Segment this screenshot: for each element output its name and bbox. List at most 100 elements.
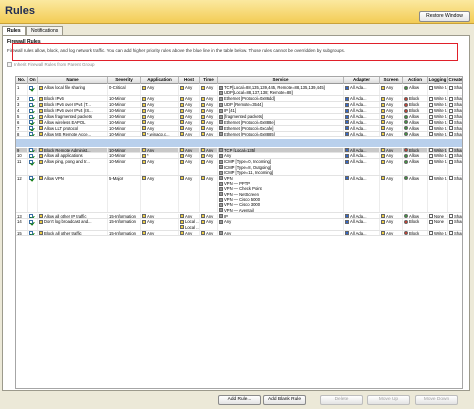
column-header-no[interactable]: No. bbox=[16, 77, 28, 84]
cell-service: TCP [Local=135] bbox=[218, 147, 344, 153]
table-row[interactable]: 8 Allow MS Remote Acce... 10-Minor *.winacp… bbox=[16, 131, 463, 138]
column-header-severity[interactable]: Severity bbox=[108, 77, 141, 84]
cell-no: 2 bbox=[16, 96, 28, 102]
cell-text: Allow bbox=[409, 153, 420, 159]
column-header-host[interactable]: Host bbox=[179, 77, 200, 84]
enable-checkbox[interactable] bbox=[29, 159, 33, 164]
table-row[interactable]: 14 Don't log broadcast and... 15-Informati… bbox=[16, 219, 462, 231]
cell-on[interactable] bbox=[28, 147, 38, 153]
column-header-name[interactable]: Name bbox=[38, 77, 108, 84]
cell-screen: Any bbox=[380, 213, 403, 219]
cell-on[interactable] bbox=[28, 213, 38, 219]
enable-checkbox[interactable] bbox=[29, 231, 33, 236]
cell-text: Block IPv6 bbox=[44, 96, 64, 102]
rule-item-icon bbox=[39, 176, 43, 181]
table-row[interactable]: 15 Block all other traffic 15-Information A… bbox=[16, 230, 462, 237]
cell-time: Any bbox=[200, 230, 218, 236]
column-header-service[interactable]: Service bbox=[218, 77, 344, 84]
enable-checkbox[interactable] bbox=[29, 214, 33, 219]
cell-on[interactable] bbox=[28, 230, 38, 236]
column-header-time[interactable]: Time bbox=[200, 77, 218, 84]
cell-severity: 10-Minor bbox=[108, 159, 141, 175]
cell-on[interactable] bbox=[28, 85, 38, 96]
document-icon bbox=[449, 85, 453, 90]
cell-screen: Any bbox=[380, 125, 403, 131]
cell-app: *.winacp.c... bbox=[141, 131, 179, 137]
cell-time: Any bbox=[200, 113, 218, 119]
cell-text: Shar bbox=[454, 85, 463, 90]
cell-text: Any bbox=[224, 230, 232, 236]
enable-checkbox[interactable] bbox=[29, 114, 33, 119]
allow-icon bbox=[404, 114, 408, 119]
cell-text: 14 bbox=[17, 219, 22, 225]
document-icon bbox=[429, 120, 433, 125]
cell-on[interactable] bbox=[28, 102, 38, 107]
cell-on[interactable] bbox=[28, 113, 38, 119]
cell-on[interactable] bbox=[28, 131, 38, 137]
column-header-on[interactable]: On bbox=[28, 77, 38, 84]
service-icon bbox=[219, 187, 223, 192]
cell-action: Block bbox=[403, 147, 428, 153]
rule-item-icon bbox=[39, 96, 43, 101]
cell-on[interactable] bbox=[28, 175, 38, 213]
enable-checkbox[interactable] bbox=[29, 120, 33, 125]
column-header-action[interactable]: Action bbox=[403, 77, 428, 84]
rule-item-icon bbox=[39, 102, 43, 107]
column-header-screen[interactable]: Screen bbox=[380, 77, 403, 84]
enable-checkbox[interactable] bbox=[29, 132, 33, 137]
rule-item-icon bbox=[180, 132, 184, 137]
table-row[interactable]: 12 Allow VPN 5-Major Any Any Any VPN VPN — PPTP… bbox=[16, 175, 462, 214]
column-header-app[interactable]: Application bbox=[141, 77, 179, 84]
enable-checkbox[interactable] bbox=[29, 126, 33, 131]
enable-checkbox[interactable] bbox=[29, 96, 33, 101]
restore-window-button[interactable]: Restore Window bbox=[419, 11, 470, 22]
enable-checkbox[interactable] bbox=[29, 154, 33, 159]
cell-screen: Any bbox=[380, 159, 403, 175]
column-header-adapter[interactable]: Adapter bbox=[344, 77, 380, 84]
enable-checkbox[interactable] bbox=[29, 148, 33, 153]
add-rule-button[interactable]: Add Rule... bbox=[218, 395, 261, 405]
block-icon bbox=[404, 220, 408, 225]
document-icon bbox=[429, 176, 433, 181]
cell-text: 7 bbox=[17, 125, 20, 131]
cell-create: Shar bbox=[448, 214, 462, 218]
cell-on[interactable] bbox=[28, 159, 38, 175]
cell-text: Shar bbox=[454, 131, 463, 137]
add-blank-rule-button[interactable]: Add Blank Rule bbox=[263, 395, 306, 405]
column-header-logging[interactable]: Logging bbox=[428, 77, 448, 84]
move-down-button[interactable]: Move Down bbox=[415, 395, 458, 405]
tab-notifications[interactable]: Notifications bbox=[26, 26, 64, 35]
inherit-rules-checkbox[interactable] bbox=[7, 62, 12, 67]
table-row[interactable]: 1 Allow local file sharing 0-Critical Any An… bbox=[16, 85, 463, 97]
rule-item-icon bbox=[201, 132, 205, 137]
tab-rules[interactable]: Rules bbox=[2, 26, 26, 35]
cell-name: Allow wireless EAPOL bbox=[38, 119, 108, 125]
cell-app: Any bbox=[141, 213, 179, 219]
enable-checkbox[interactable] bbox=[29, 220, 33, 225]
network-adapter-icon bbox=[345, 96, 349, 101]
delete-button[interactable]: Delete bbox=[320, 395, 363, 405]
move-up-button[interactable]: Move Up bbox=[367, 395, 410, 405]
cell-text: UDP[Local=88,137,138; Remote=88] bbox=[224, 90, 293, 96]
cell-on[interactable] bbox=[28, 119, 38, 125]
service-icon bbox=[219, 154, 223, 159]
cell-on[interactable] bbox=[28, 125, 38, 131]
cell-on[interactable] bbox=[28, 153, 38, 159]
table-row[interactable]: 11 Allow ping, pong and tr... 10-Minor Any A… bbox=[16, 159, 462, 176]
cell-no: 14 bbox=[16, 219, 28, 230]
cell-screen: Any bbox=[380, 102, 403, 107]
column-header-create[interactable]: Create bbox=[448, 77, 462, 84]
cell-on[interactable] bbox=[28, 108, 38, 113]
enable-checkbox[interactable] bbox=[29, 102, 33, 107]
cell-text: Any bbox=[185, 230, 193, 236]
enable-checkbox[interactable] bbox=[29, 85, 33, 90]
enable-checkbox[interactable] bbox=[29, 108, 33, 113]
cell-service: Ethernet [Protocol=0xcafe] bbox=[218, 125, 344, 131]
cell-on[interactable] bbox=[28, 219, 38, 230]
cell-screen: Any bbox=[380, 230, 403, 236]
enable-checkbox[interactable] bbox=[29, 176, 33, 181]
cell-no: 4 bbox=[16, 108, 28, 113]
network-adapter-icon bbox=[345, 220, 349, 225]
cell-text: 10-Minor bbox=[109, 153, 126, 159]
cell-on[interactable] bbox=[28, 96, 38, 102]
